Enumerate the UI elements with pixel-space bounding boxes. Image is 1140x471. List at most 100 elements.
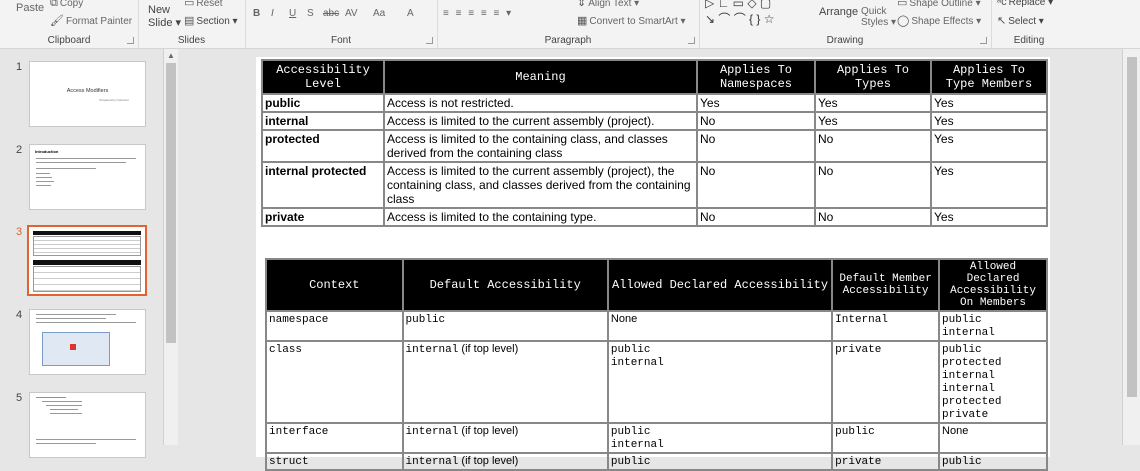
table-header-row: Accessibility Level Meaning Applies To N… bbox=[261, 59, 1048, 95]
table-header-cell: Applies To Types bbox=[814, 59, 932, 95]
default-accessibility-table: Context Default Accessibility Allowed De… bbox=[265, 258, 1048, 471]
italic-button[interactable]: I bbox=[271, 8, 274, 19]
table-cell: namespace bbox=[265, 310, 404, 342]
section-button[interactable]: ▤ Section ▾ bbox=[184, 14, 238, 27]
arrange-button[interactable]: Arrange bbox=[819, 6, 858, 18]
thumb-text-line bbox=[36, 181, 54, 182]
slide-thumbnail-2[interactable]: 2 Introduction bbox=[0, 144, 160, 214]
paste-button[interactable]: Paste bbox=[16, 2, 44, 14]
strikethrough-button[interactable]: abc bbox=[323, 8, 339, 19]
slide-thumbnail-4[interactable]: 4 bbox=[0, 309, 160, 379]
table-cell: No bbox=[814, 207, 932, 227]
table-row: public Access is not restricted. Yes Yes… bbox=[261, 93, 1048, 113]
table-row: protected Access is limited to the conta… bbox=[261, 129, 1048, 163]
table-cell: public bbox=[831, 422, 941, 454]
table-cell: Access is limited to the containing type… bbox=[383, 207, 698, 227]
format-painter-button[interactable]: 🖌 Format Painter bbox=[50, 14, 132, 27]
drawing-group-label: Drawing bbox=[826, 35, 864, 46]
slide-thumbnail-5[interactable]: 5 bbox=[0, 392, 160, 462]
reset-button[interactable]: ▭ Reset bbox=[184, 0, 223, 9]
editing-group-label: Editing bbox=[1013, 35, 1045, 46]
bold-button[interactable]: B bbox=[253, 8, 260, 19]
table-row: namespace public None Internal public intern… bbox=[265, 310, 1048, 342]
scroll-up-arrow-icon[interactable]: ▲ bbox=[167, 51, 175, 60]
thumb-text-line bbox=[36, 173, 50, 174]
table-cell: Internal bbox=[831, 310, 941, 342]
font-color-button[interactable]: A bbox=[407, 8, 414, 19]
slide-scrollbar[interactable] bbox=[1122, 49, 1140, 445]
slide-number: 1 bbox=[16, 61, 23, 73]
slide-number: 2 bbox=[16, 144, 23, 156]
slide-preview[interactable] bbox=[29, 392, 146, 458]
smartart-icon: ▦ bbox=[577, 15, 588, 27]
replace-icon: ᵃc bbox=[997, 0, 1007, 8]
table-cell: Yes bbox=[814, 111, 932, 131]
quick-styles-button[interactable]: Quick Styles ▾ bbox=[861, 6, 896, 28]
shapes-gallery[interactable]: ▷ ∟ ▭ ◇ ▢ ↘ ⌒ ⌒ { } ☆ bbox=[705, 0, 775, 27]
move-cursor-icon: ✥↖ bbox=[353, 77, 377, 93]
table-cell: Yes bbox=[930, 129, 1048, 163]
table-cell: public internal bbox=[606, 340, 834, 424]
drawing-launcher[interactable] bbox=[980, 37, 987, 44]
font-group-label: Font bbox=[330, 35, 351, 46]
thumb-highlight bbox=[70, 344, 76, 350]
table-cell: Yes bbox=[930, 207, 1048, 227]
copy-icon: ⧉ bbox=[50, 0, 58, 9]
slide-preview[interactable]: Introduction bbox=[29, 144, 146, 210]
slide-thumbnail-3[interactable]: 3 bbox=[0, 225, 160, 296]
slide-preview[interactable] bbox=[29, 309, 146, 375]
slide[interactable]: Accessibility Level Meaning Applies To N… bbox=[256, 57, 1050, 471]
ribbon: Paste ⧉ Copy 🖌 Format Painter Clipboard Ne… bbox=[0, 0, 1140, 49]
shadow-button[interactable]: S bbox=[307, 8, 314, 19]
slide-thumbnail-pane: 1 Access Modifiers Prepared by Instructo… bbox=[0, 49, 162, 458]
table-cell: internal (if top level) bbox=[401, 422, 609, 454]
table-header-cell: Applies To Namespaces bbox=[696, 59, 816, 95]
paragraph-launcher[interactable] bbox=[688, 37, 695, 44]
new-slide-button[interactable]: New Slide ▾ bbox=[148, 4, 181, 29]
table-cell: Yes bbox=[930, 93, 1048, 113]
table-cell: No bbox=[696, 129, 816, 163]
character-spacing-button[interactable]: AV bbox=[345, 8, 358, 19]
shape-effects-button[interactable]: ◯ Shape Effects ▾ bbox=[897, 14, 981, 27]
font-launcher[interactable] bbox=[426, 37, 433, 44]
clipboard-group-label: Clipboard bbox=[47, 35, 91, 46]
table-header-cell: Applies To Type Members bbox=[930, 59, 1048, 95]
align-text-button[interactable]: ⇕ Align Text ▾ bbox=[577, 0, 639, 9]
alignment-buttons[interactable]: ≡ ≡ ≡ ≡ ≡ ▾ bbox=[443, 8, 513, 19]
table-cell: public bbox=[261, 93, 385, 113]
table-cell: internal (if top level) bbox=[401, 452, 609, 471]
slide-thumbnail-1[interactable]: 1 Access Modifiers Prepared by Instructo… bbox=[0, 61, 160, 131]
underline-button[interactable]: U bbox=[289, 8, 296, 19]
shape-outline-button[interactable]: ▭ Shape Outline ▾ bbox=[897, 0, 981, 9]
table-header-cell: Default Member Accessibility bbox=[831, 258, 941, 312]
table-cell: Access is not restricted. bbox=[383, 93, 698, 113]
table-cell: internal protected bbox=[261, 161, 385, 209]
table-header-cell: Allowed Declared Accessibility On Member… bbox=[938, 258, 1048, 312]
copy-button[interactable]: ⧉ Copy bbox=[50, 0, 83, 10]
table-cell: No bbox=[696, 111, 816, 131]
table-row: private Access is limited to the contain… bbox=[261, 207, 1048, 227]
thumbnail-scrollbar[interactable]: ▲ bbox=[163, 49, 178, 445]
table-header-cell: Allowed Declared Accessibility bbox=[606, 258, 834, 312]
scrollbar-thumb[interactable] bbox=[166, 63, 176, 343]
slide-preview[interactable]: Access Modifiers Prepared by Instructor bbox=[29, 61, 146, 127]
clipboard-launcher[interactable] bbox=[127, 37, 134, 44]
replace-button[interactable]: ᵃc Replace ▾ bbox=[997, 0, 1053, 8]
font-group: B I U S abc AV Aa A Font bbox=[245, 0, 438, 48]
scrollbar-thumb[interactable] bbox=[1127, 57, 1137, 397]
table-row: internal protected Access is limited to … bbox=[261, 161, 1048, 209]
convert-smartart-button[interactable]: ▦ Convert to SmartArt ▾ bbox=[577, 14, 686, 27]
table-body: namespace public None Internal public intern… bbox=[265, 310, 1048, 471]
slide-preview[interactable] bbox=[27, 225, 147, 296]
slide-number: 4 bbox=[16, 309, 23, 321]
slides-group-label: Slides bbox=[177, 35, 206, 46]
thumb-text-line bbox=[36, 318, 106, 319]
change-case-button[interactable]: Aa bbox=[373, 8, 385, 19]
select-button[interactable]: ↖ Select ▾ bbox=[997, 14, 1044, 27]
thumb-code-line bbox=[50, 409, 78, 410]
reset-icon: ▭ bbox=[184, 0, 195, 9]
table-cell: Access is limited to the containing clas… bbox=[383, 129, 698, 163]
thumb-code-line bbox=[36, 397, 66, 398]
thumb-subtitle: Prepared by Instructor bbox=[99, 98, 129, 102]
table-cell: Yes bbox=[814, 93, 932, 113]
